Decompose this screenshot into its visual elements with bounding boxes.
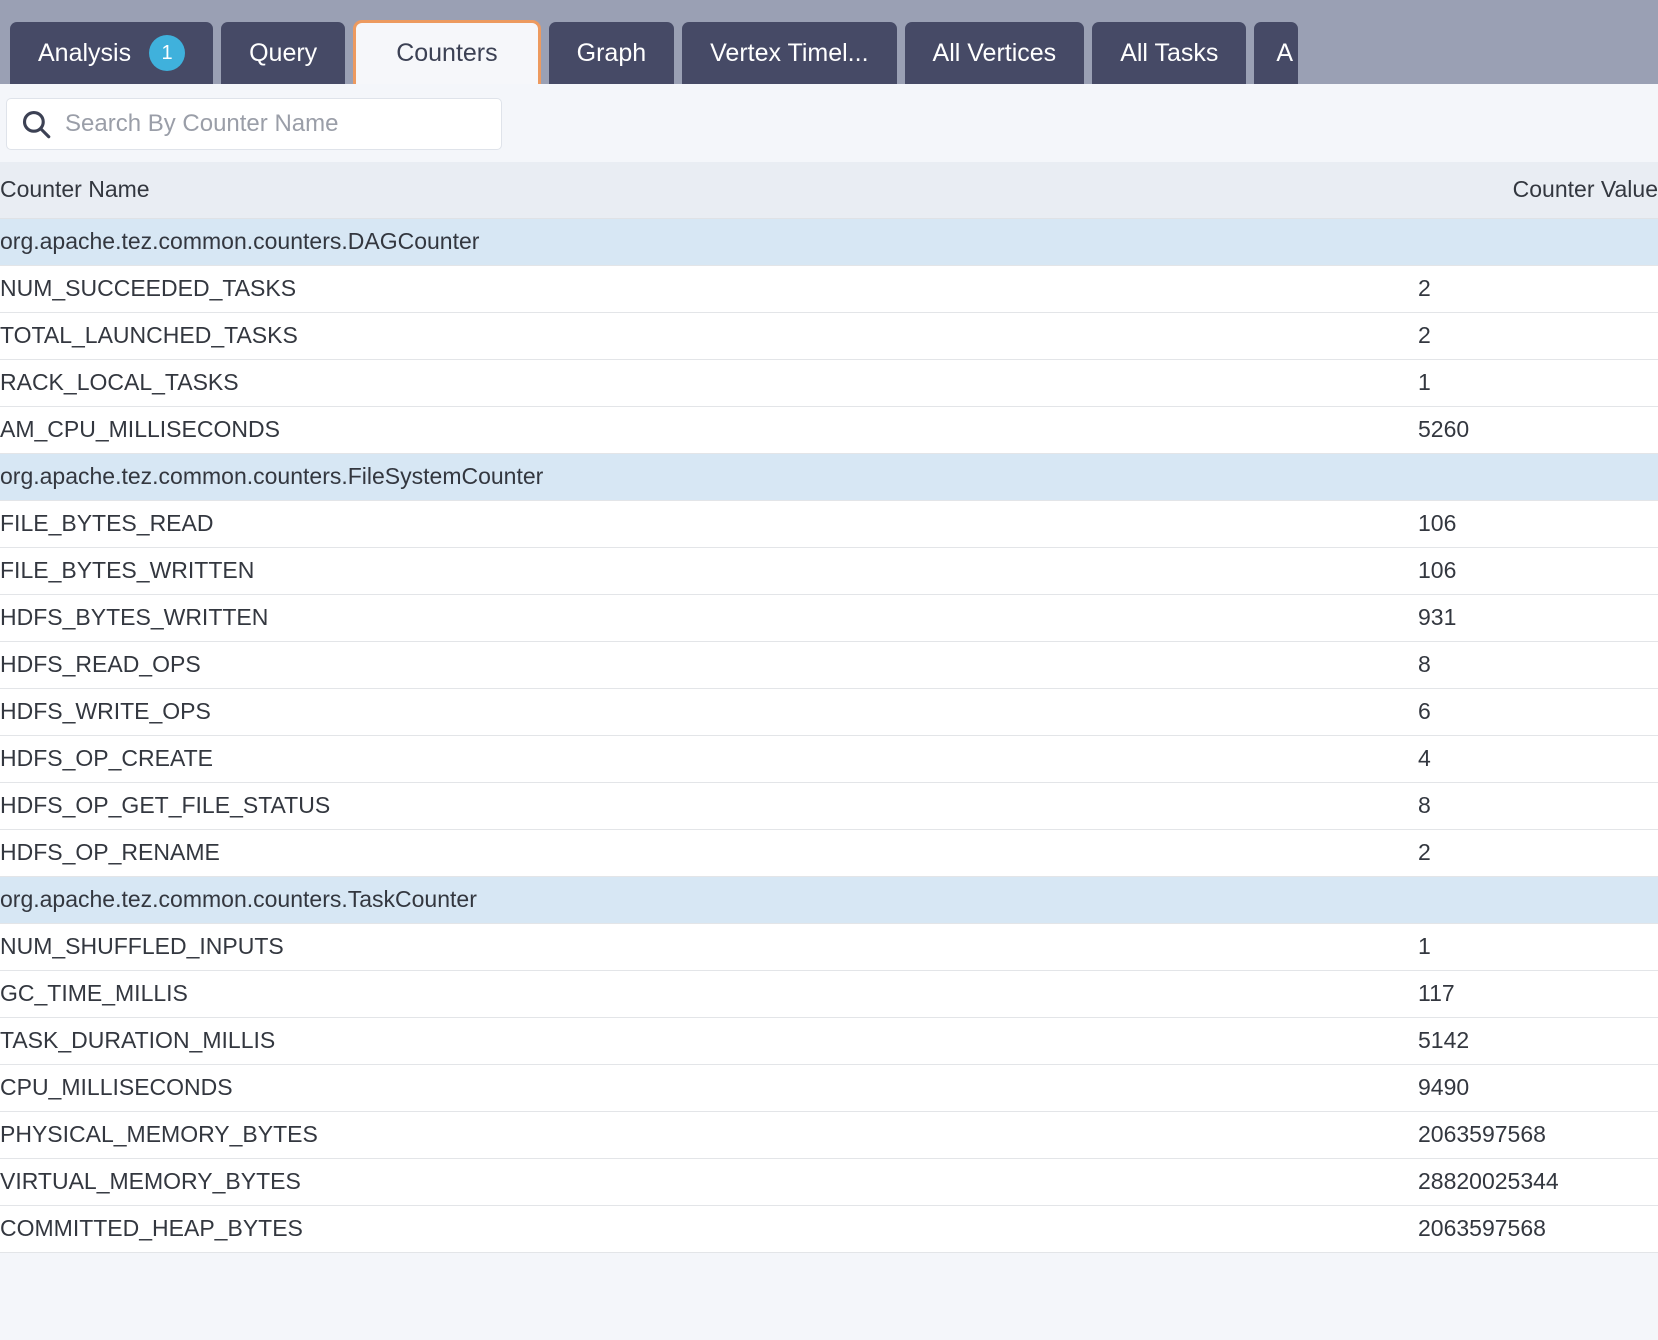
column-header-counter-name[interactable]: Counter Name	[0, 162, 1418, 219]
counter-name: COMMITTED_HEAP_BYTES	[0, 1205, 1418, 1253]
counter-group-row[interactable]: org.apache.tez.common.counters.FileSyste…	[0, 453, 1658, 501]
counter-group-row[interactable]: org.apache.tez.common.counters.DAGCounte…	[0, 218, 1658, 266]
search-input[interactable]	[53, 110, 501, 138]
counter-name: CPU_MILLISECONDS	[0, 1064, 1418, 1112]
table-head: Counter Name Counter Value	[0, 162, 1658, 219]
counter-value: 5260	[1418, 406, 1658, 454]
counter-value: 2	[1418, 265, 1658, 313]
tab-a[interactable]: A	[1254, 22, 1299, 84]
counter-data-row[interactable]: TASK_DURATION_MILLIS 5142	[0, 1017, 1658, 1065]
counter-name: HDFS_OP_RENAME	[0, 829, 1418, 877]
counter-data-row[interactable]: FILE_BYTES_READ 106	[0, 500, 1658, 548]
counter-name: HDFS_WRITE_OPS	[0, 688, 1418, 736]
counter-data-row[interactable]: HDFS_WRITE_OPS 6	[0, 688, 1658, 736]
counter-group-name: org.apache.tez.common.counters.FileSyste…	[0, 453, 1418, 501]
counter-value: 931	[1418, 594, 1658, 642]
counter-name: HDFS_READ_OPS	[0, 641, 1418, 689]
counter-value: 6	[1418, 688, 1658, 736]
counter-data-row[interactable]: COMMITTED_HEAP_BYTES 2063597568	[0, 1205, 1658, 1253]
counter-value: 2	[1418, 829, 1658, 877]
counter-value: 2063597568	[1418, 1111, 1658, 1159]
tab-bar: Analysis 1 Query Counters Graph Vertex Timel.…	[0, 0, 1658, 84]
tab-label: A	[1276, 38, 1294, 67]
column-header-counter-value[interactable]: Counter Value	[1418, 162, 1658, 219]
tab-counters[interactable]: Counters	[353, 20, 541, 84]
tab-query[interactable]: Query	[221, 22, 346, 84]
counter-data-row[interactable]: HDFS_BYTES_WRITTEN 931	[0, 594, 1658, 642]
tab-label: All Vertices	[932, 38, 1057, 67]
table-header-row: Counter Name Counter Value	[0, 162, 1658, 219]
search-box[interactable]	[6, 98, 502, 150]
counter-data-row[interactable]: RACK_LOCAL_TASKS 1	[0, 359, 1658, 407]
counter-value: 8	[1418, 641, 1658, 689]
counter-name: RACK_LOCAL_TASKS	[0, 359, 1418, 407]
counter-data-row[interactable]: NUM_SHUFFLED_INPUTS 1	[0, 923, 1658, 971]
counter-value: 106	[1418, 500, 1658, 548]
search-toolbar	[0, 84, 1658, 162]
counters-table: Counter Name Counter Value org.apache.te…	[0, 162, 1658, 1253]
counter-data-row[interactable]: GC_TIME_MILLIS 117	[0, 970, 1658, 1018]
counter-data-row[interactable]: VIRTUAL_MEMORY_BYTES 28820025344	[0, 1158, 1658, 1206]
tab-analysis[interactable]: Analysis 1	[10, 22, 214, 84]
tab-label: Vertex Timel...	[710, 38, 869, 67]
counter-value: 5142	[1418, 1017, 1658, 1065]
counter-name: AM_CPU_MILLISECONDS	[0, 406, 1418, 454]
counter-name: NUM_SHUFFLED_INPUTS	[0, 923, 1418, 971]
counter-value: 1	[1418, 923, 1658, 971]
tab-label: Analysis	[38, 38, 132, 67]
counter-data-row[interactable]: HDFS_OP_CREATE 4	[0, 735, 1658, 783]
table-body: org.apache.tez.common.counters.DAGCounte…	[0, 218, 1658, 1253]
counter-value: 2	[1418, 312, 1658, 360]
counter-data-row[interactable]: HDFS_OP_RENAME 2	[0, 829, 1658, 877]
counter-group-name: org.apache.tez.common.counters.DAGCounte…	[0, 218, 1418, 266]
counter-name: TASK_DURATION_MILLIS	[0, 1017, 1418, 1065]
tab-label: All Tasks	[1120, 38, 1219, 67]
tab-label: Counters	[396, 39, 498, 67]
tab-all-tasks[interactable]: All Tasks	[1092, 22, 1247, 84]
counter-value	[1418, 218, 1658, 266]
counter-value: 28820025344	[1418, 1158, 1658, 1206]
counter-data-row[interactable]: PHYSICAL_MEMORY_BYTES 2063597568	[0, 1111, 1658, 1159]
counter-name: HDFS_OP_CREATE	[0, 735, 1418, 783]
counter-data-row[interactable]: HDFS_OP_GET_FILE_STATUS 8	[0, 782, 1658, 830]
tab-graph[interactable]: Graph	[548, 22, 675, 84]
counter-data-row[interactable]: FILE_BYTES_WRITTEN 106	[0, 547, 1658, 595]
counter-value: 1	[1418, 359, 1658, 407]
counter-value: 2063597568	[1418, 1205, 1658, 1253]
tab-vertex-timel[interactable]: Vertex Timel...	[682, 22, 897, 84]
counter-value	[1418, 876, 1658, 924]
counter-name: FILE_BYTES_READ	[0, 500, 1418, 548]
counter-value: 9490	[1418, 1064, 1658, 1112]
counter-value	[1418, 453, 1658, 501]
counter-name: HDFS_BYTES_WRITTEN	[0, 594, 1418, 642]
search-icon	[22, 110, 51, 139]
tab-badge-count: 1	[149, 35, 186, 71]
counter-group-row[interactable]: org.apache.tez.common.counters.TaskCount…	[0, 876, 1658, 924]
counter-value: 117	[1418, 970, 1658, 1018]
counter-value: 8	[1418, 782, 1658, 830]
counter-data-row[interactable]: CPU_MILLISECONDS 9490	[0, 1064, 1658, 1112]
counter-data-row[interactable]: NUM_SUCCEEDED_TASKS 2	[0, 265, 1658, 313]
tab-label: Query	[249, 38, 318, 67]
tab-all-vertices[interactable]: All Vertices	[904, 22, 1085, 84]
counter-name: FILE_BYTES_WRITTEN	[0, 547, 1418, 595]
counter-name: TOTAL_LAUNCHED_TASKS	[0, 312, 1418, 360]
counter-name: PHYSICAL_MEMORY_BYTES	[0, 1111, 1418, 1159]
counter-value: 106	[1418, 547, 1658, 595]
counter-value: 4	[1418, 735, 1658, 783]
counter-data-row[interactable]: TOTAL_LAUNCHED_TASKS 2	[0, 312, 1658, 360]
counter-name: HDFS_OP_GET_FILE_STATUS	[0, 782, 1418, 830]
counter-name: VIRTUAL_MEMORY_BYTES	[0, 1158, 1418, 1206]
tab-label: Graph	[576, 38, 647, 67]
counter-group-name: org.apache.tez.common.counters.TaskCount…	[0, 876, 1418, 924]
counter-data-row[interactable]: HDFS_READ_OPS 8	[0, 641, 1658, 689]
counter-name: GC_TIME_MILLIS	[0, 970, 1418, 1018]
counter-name: NUM_SUCCEEDED_TASKS	[0, 265, 1418, 313]
counter-data-row[interactable]: AM_CPU_MILLISECONDS 5260	[0, 406, 1658, 454]
